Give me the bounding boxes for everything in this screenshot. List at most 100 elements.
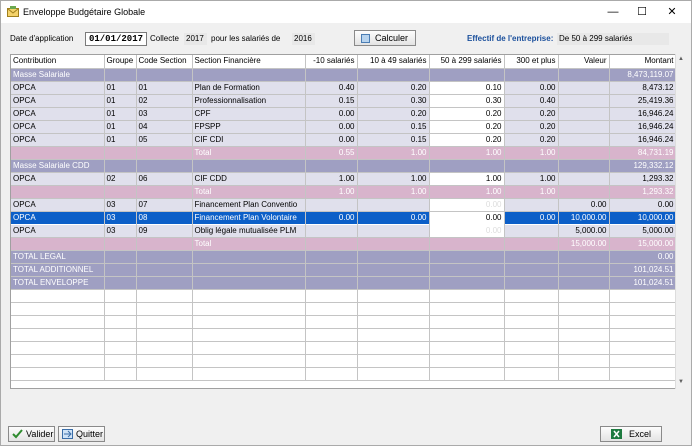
cell-groupe (104, 68, 137, 82)
scroll-up-icon[interactable]: ▲ (676, 54, 686, 64)
table-row[interactable]: OPCA 01 05 CIF CDI 0.00 0.15 0.20 0.20 16,946.24 (11, 133, 677, 147)
header-10-49[interactable]: 10 à 49 salariés (357, 55, 430, 69)
cell-50-299[interactable]: 1.00 (429, 146, 505, 160)
cell-10-49: 0.15 (357, 133, 430, 147)
header-groupe[interactable]: Groupe (104, 55, 137, 69)
cell-50-299[interactable] (429, 68, 505, 82)
cell-50-299[interactable]: 1.00 (429, 185, 505, 199)
section-row[interactable]: Masse Salariale CDD 129,332.12 (11, 159, 677, 173)
table-row[interactable]: OPCA 03 08 Financement Plan Volontaire 0.00 0… (11, 210, 677, 225)
salaries-label: pour les salariés de (211, 34, 281, 43)
cell-groupe (104, 185, 137, 199)
empty-cell (357, 341, 430, 355)
cell-50-299[interactable]: 0.00 (429, 224, 505, 238)
table-row[interactable]: OPCA 01 03 CPF 0.00 0.20 0.20 0.20 16,946.24 (11, 107, 677, 121)
table-row[interactable]: OPCA 02 06 CIF CDD 1.00 1.00 1.00 1.00 1,293.32 (11, 172, 677, 186)
cell-groupe: 01 (104, 107, 137, 121)
empty-cell (558, 341, 610, 355)
minimize-button[interactable]: — (598, 1, 628, 23)
header-valeur[interactable]: Valeur (558, 55, 610, 69)
empty-cell (429, 341, 505, 355)
valider-button[interactable]: Valider (8, 426, 55, 442)
table-row[interactable]: OPCA 01 01 Plan de Formation 0.40 0.20 0.10 0.0… (11, 81, 677, 95)
cell-contribution: TOTAL LEGAL (11, 250, 105, 264)
table-row[interactable]: OPCA 03 07 Financement Plan Conventio 0.00 0.… (11, 198, 677, 212)
date-input[interactable]: 01/01/2017 (85, 32, 147, 46)
section-row[interactable]: TOTAL LEGAL 0.00 (11, 250, 677, 264)
cell-moins-10: 0.00 (305, 120, 358, 134)
empty-cell (192, 302, 306, 316)
empty-cell (192, 354, 306, 368)
table-row[interactable]: OPCA 01 02 Professionnalisation 0.15 0.30 0.30… (11, 94, 677, 108)
header-300-plus[interactable]: 300 et plus (504, 55, 559, 69)
cell-valeur (558, 68, 610, 82)
cell-groupe: 03 (104, 198, 137, 212)
empty-cell (104, 289, 137, 303)
table-row[interactable]: OPCA 01 04 FPSPP 0.00 0.15 0.20 0.20 16,946.24 (11, 120, 677, 134)
header-montant[interactable]: Montant (609, 55, 677, 69)
table-row[interactable]: OPCA 03 09 Oblig légale mutualisée PLM 0.00 5… (11, 224, 677, 238)
cell-contribution: OPCA (11, 198, 105, 212)
cell-50-299[interactable]: 0.30 (429, 94, 505, 108)
cell-50-299[interactable] (429, 276, 505, 290)
cell-50-299[interactable]: 1.00 (429, 172, 505, 186)
empty-cell (558, 289, 610, 303)
total-row[interactable]: Total 1.00 1.00 1.00 1.00 1,293.32 (11, 185, 677, 199)
scroll-down-icon[interactable]: ▼ (676, 377, 686, 387)
total-row[interactable]: Total 15,000.00 15,000.00 (11, 237, 677, 251)
cell-50-299[interactable]: 0.10 (429, 81, 505, 95)
vertical-scrollbar[interactable]: ▲ ▼ (675, 54, 686, 389)
cell-moins-10: 1.00 (305, 172, 358, 186)
cell-300-plus (504, 263, 559, 277)
cell-10-49: 0.20 (357, 81, 430, 95)
section-row[interactable]: TOTAL ADDITIONNEL 101,024.51 (11, 263, 677, 277)
budget-grid[interactable]: Contribution Groupe Code Section Section… (10, 54, 686, 389)
cell-50-299[interactable]: 0.00 (429, 210, 505, 225)
header-section-financiere[interactable]: Section Financière (192, 55, 306, 69)
cell-montant: 15,000.00 (609, 237, 677, 251)
calculer-button[interactable]: Calculer (354, 30, 416, 46)
cell-section-financiere (192, 263, 306, 277)
header-code-section[interactable]: Code Section (136, 55, 193, 69)
cell-50-299[interactable] (429, 263, 505, 277)
cell-10-49: 0.20 (357, 107, 430, 121)
cell-50-299[interactable]: 0.00 (429, 198, 505, 212)
cell-50-299[interactable]: 0.20 (429, 107, 505, 121)
cell-montant: 16,946.24 (609, 120, 677, 134)
cell-valeur: 15,000.00 (558, 237, 610, 251)
cell-50-299[interactable] (429, 159, 505, 173)
cell-valeur: 0.00 (558, 198, 610, 212)
cell-valeur (558, 133, 610, 147)
salaries-year: 2016 (292, 33, 315, 45)
empty-row (11, 354, 677, 368)
maximize-button[interactable]: ☐ (627, 1, 657, 23)
excel-button[interactable]: Excel (600, 426, 662, 442)
cell-montant: 10,000.00 (609, 210, 677, 225)
cell-50-299[interactable]: 0.20 (429, 133, 505, 147)
cell-10-49 (357, 250, 430, 264)
empty-cell (136, 341, 193, 355)
cell-50-299[interactable]: 0.20 (429, 120, 505, 134)
cell-valeur (558, 94, 610, 108)
header-contribution[interactable]: Contribution (11, 55, 105, 69)
close-button[interactable]: ✕ (657, 1, 687, 23)
section-row[interactable]: TOTAL ENVELOPPE 101,024.51 (11, 276, 677, 290)
quitter-button[interactable]: Quitter (58, 426, 105, 442)
header-moins-10[interactable]: -10 salariés (305, 55, 358, 69)
cell-moins-10 (305, 68, 358, 82)
cell-valeur (558, 250, 610, 264)
cell-50-299[interactable] (429, 250, 505, 264)
cell-300-plus (504, 68, 559, 82)
cell-300-plus: 0.00 (504, 81, 559, 95)
cell-section-financiere: Financement Plan Volontaire (192, 210, 306, 225)
header-50-299[interactable]: 50 à 299 salariés (429, 55, 505, 69)
cell-montant: 101,024.51 (609, 263, 677, 277)
empty-cell (192, 341, 306, 355)
cell-groupe (104, 276, 137, 290)
section-row[interactable]: Masse Salariale 8,473,119.07 (11, 68, 677, 82)
cell-contribution (11, 146, 105, 160)
cell-montant: 1,293.32 (609, 185, 677, 199)
cell-50-299[interactable] (429, 237, 505, 251)
total-row[interactable]: Total 0.55 1.00 1.00 1.00 84,731.19 (11, 146, 677, 160)
empty-cell (558, 315, 610, 329)
